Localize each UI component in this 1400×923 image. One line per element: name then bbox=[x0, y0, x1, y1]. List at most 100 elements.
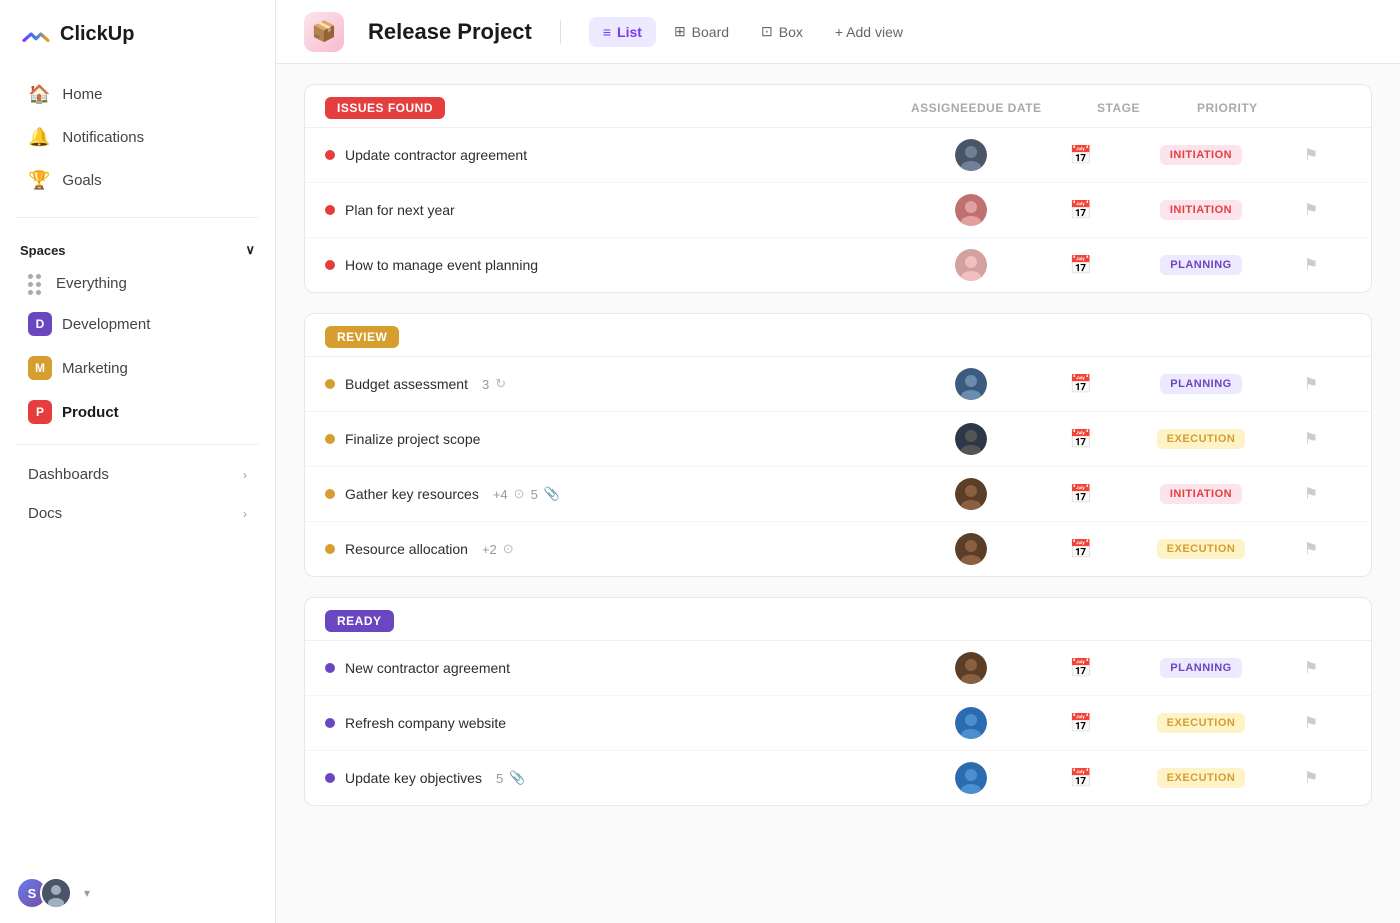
assignee-cell bbox=[911, 478, 1031, 510]
project-title: Release Project bbox=[368, 19, 532, 45]
sidebar-item-home-label: Home bbox=[62, 86, 102, 103]
box-tab-icon: ⊡ bbox=[761, 23, 773, 40]
task-name: Gather key resources bbox=[345, 486, 479, 502]
task-dot-yellow bbox=[325, 379, 335, 389]
task-row[interactable]: New contractor agreement 📅 PLANNING ⚑ bbox=[305, 641, 1371, 696]
stage-cell: PLANNING bbox=[1131, 255, 1271, 275]
list-tab-icon: ≡ bbox=[603, 24, 611, 40]
stage-badge: INITIATION bbox=[1160, 484, 1242, 504]
priority-cell: ⚑ bbox=[1271, 484, 1351, 504]
task-row[interactable]: Finalize project scope 📅 EXECUTION ⚑ bbox=[305, 412, 1371, 467]
task-dot-red bbox=[325, 205, 335, 215]
flag-icon: ⚑ bbox=[1304, 768, 1318, 788]
task-name: How to manage event planning bbox=[345, 257, 538, 273]
assignee-cell bbox=[911, 533, 1031, 565]
task-name: Finalize project scope bbox=[345, 431, 480, 447]
stage-cell: INITIATION bbox=[1131, 484, 1271, 504]
sidebar-item-goals[interactable]: 🏆 Goals bbox=[8, 160, 267, 201]
stage-badge: INITIATION bbox=[1160, 200, 1242, 220]
bell-icon: 🔔 bbox=[28, 127, 50, 148]
task-row[interactable]: Refresh company website 📅 EXECUTION ⚑ bbox=[305, 696, 1371, 751]
stage-badge: EXECUTION bbox=[1157, 768, 1246, 788]
sidebar-item-home[interactable]: 🏠 Home bbox=[8, 74, 267, 115]
flag-icon: ⚑ bbox=[1304, 200, 1318, 220]
avatar bbox=[955, 368, 987, 400]
spaces-section-header: Spaces ∨ bbox=[0, 228, 275, 264]
date-cell[interactable]: 📅 bbox=[1031, 658, 1131, 679]
user-dropdown-arrow[interactable]: ▾ bbox=[84, 886, 90, 900]
sidebar-item-marketing[interactable]: M Marketing bbox=[8, 347, 267, 389]
task-row[interactable]: Plan for next year 📅 INITIATION ⚑ bbox=[305, 183, 1371, 238]
stage-badge: INITIATION bbox=[1160, 145, 1242, 165]
task-row[interactable]: Update contractor agreement 📅 INITIATION… bbox=[305, 128, 1371, 183]
refresh-icon: ↻ bbox=[495, 376, 506, 392]
flag-icon: ⚑ bbox=[1304, 539, 1318, 559]
date-cell[interactable]: 📅 bbox=[1031, 429, 1131, 450]
group-label-review: REVIEW bbox=[325, 326, 399, 348]
task-row[interactable]: How to manage event planning 📅 PLANNING … bbox=[305, 238, 1371, 292]
date-cell[interactable]: 📅 bbox=[1031, 145, 1131, 166]
stage-cell: INITIATION bbox=[1131, 145, 1271, 165]
group-header-ready: READY bbox=[305, 598, 1371, 641]
col-assignee: ASSIGNEE bbox=[911, 101, 977, 115]
task-row[interactable]: Resource allocation +2 ⊙ 📅 EXECUTION bbox=[305, 522, 1371, 576]
flag-icon: ⚑ bbox=[1304, 713, 1318, 733]
task-dot-yellow bbox=[325, 434, 335, 444]
sidebar-item-docs[interactable]: Docs › bbox=[8, 495, 267, 532]
tab-box[interactable]: ⊡ Box bbox=[747, 16, 817, 47]
board-tab-icon: ⊞ bbox=[674, 23, 686, 40]
stage-cell: EXECUTION bbox=[1131, 429, 1271, 449]
task-count: 3 bbox=[482, 377, 489, 392]
priority-cell: ⚑ bbox=[1271, 768, 1351, 788]
main-header: 📦 Release Project ≡ List ⊞ Board ⊡ Box +… bbox=[276, 0, 1400, 64]
everything-label: Everything bbox=[56, 275, 127, 292]
board-tab-label: Board bbox=[692, 24, 729, 40]
sidebar-item-product[interactable]: P Product bbox=[8, 391, 267, 433]
task-row[interactable]: Budget assessment 3 ↻ 📅 PLANNING bbox=[305, 357, 1371, 412]
add-view-button[interactable]: + Add view bbox=[821, 17, 917, 47]
group-header-review: REVIEW bbox=[305, 314, 1371, 357]
tab-board[interactable]: ⊞ Board bbox=[660, 16, 743, 47]
sidebar-item-development[interactable]: D Development bbox=[8, 303, 267, 345]
avatar bbox=[955, 139, 987, 171]
group-label-issues: ISSUES FOUND bbox=[325, 97, 445, 119]
task-meta: +4 ⊙ 5 📎 bbox=[493, 486, 560, 502]
priority-cell: ⚑ bbox=[1271, 145, 1351, 165]
sidebar: ClickUp 🏠 Home 🔔 Notifications 🏆 Goals S… bbox=[0, 0, 276, 923]
date-cell[interactable]: 📅 bbox=[1031, 255, 1131, 276]
sidebar-item-notifications[interactable]: 🔔 Notifications bbox=[8, 117, 267, 158]
calendar-icon: 📅 bbox=[1070, 145, 1092, 166]
task-dot-red bbox=[325, 260, 335, 270]
task-name-cell: New contractor agreement bbox=[325, 660, 911, 676]
date-cell[interactable]: 📅 bbox=[1031, 713, 1131, 734]
stage-badge: PLANNING bbox=[1160, 255, 1241, 275]
task-name-cell: Budget assessment 3 ↻ bbox=[325, 376, 911, 392]
spaces-collapse-icon[interactable]: ∨ bbox=[245, 242, 255, 258]
sidebar-item-dashboards[interactable]: Dashboards › bbox=[8, 456, 267, 493]
assignee-cell bbox=[911, 762, 1031, 794]
col-priority: PRIORITY bbox=[1197, 101, 1337, 115]
avatar bbox=[955, 423, 987, 455]
date-cell[interactable]: 📅 bbox=[1031, 200, 1131, 221]
flag-icon: ⚑ bbox=[1304, 374, 1318, 394]
date-cell[interactable]: 📅 bbox=[1031, 374, 1131, 395]
date-cell[interactable]: 📅 bbox=[1031, 768, 1131, 789]
tab-list[interactable]: ≡ List bbox=[589, 17, 656, 47]
calendar-icon: 📅 bbox=[1070, 713, 1092, 734]
flag-icon: ⚑ bbox=[1304, 145, 1318, 165]
date-cell[interactable]: 📅 bbox=[1031, 484, 1131, 505]
view-tabs: ≡ List ⊞ Board ⊡ Box + Add view bbox=[589, 16, 917, 47]
product-badge: P bbox=[28, 400, 52, 424]
sidebar-item-everything[interactable]: Everything bbox=[8, 265, 267, 301]
task-row[interactable]: Update key objectives 5 📎 📅 EXECUTION bbox=[305, 751, 1371, 805]
date-cell[interactable]: 📅 bbox=[1031, 539, 1131, 560]
col-headers-issues: ASSIGNEE DUE DATE STAGE PRIORITY bbox=[911, 101, 1351, 115]
task-dot-yellow bbox=[325, 489, 335, 499]
priority-cell: ⚑ bbox=[1271, 255, 1351, 275]
calendar-icon: 📅 bbox=[1070, 374, 1092, 395]
app-logo-text: ClickUp bbox=[60, 23, 134, 46]
task-dot-purple bbox=[325, 663, 335, 673]
priority-cell: ⚑ bbox=[1271, 374, 1351, 394]
task-row[interactable]: Gather key resources +4 ⊙ 5 📎 📅 bbox=[305, 467, 1371, 522]
avatar bbox=[955, 249, 987, 281]
